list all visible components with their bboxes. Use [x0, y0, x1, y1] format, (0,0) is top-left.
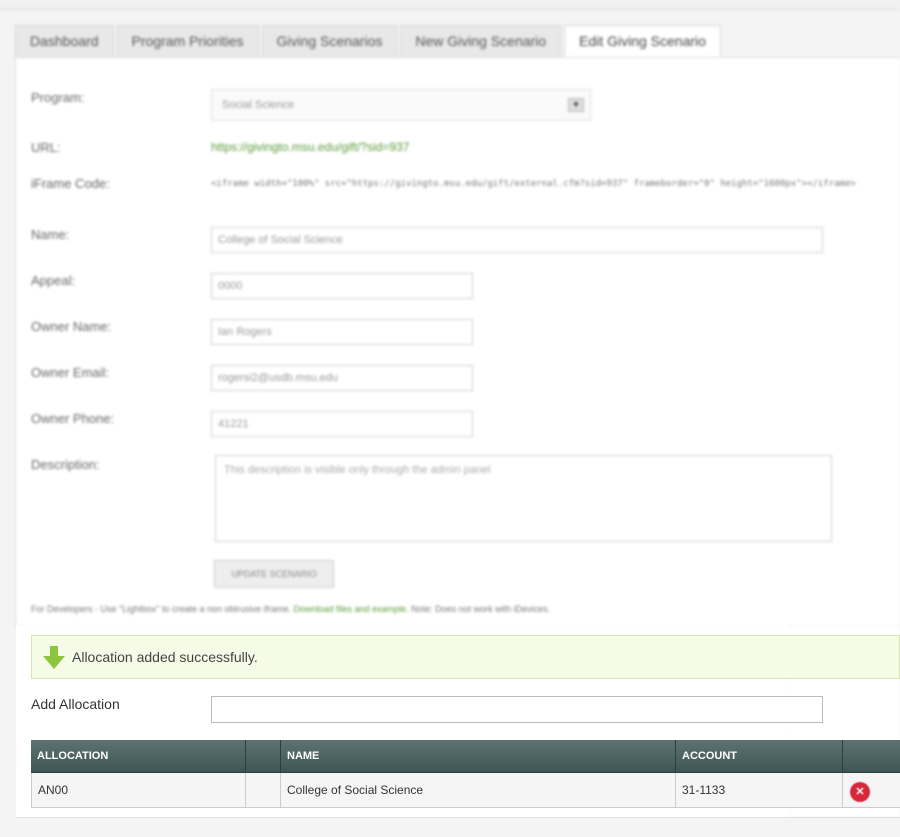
description-textarea[interactable]: This description is visible only through…: [215, 455, 832, 542]
column-header-name[interactable]: NAME: [281, 740, 676, 773]
tab-new-giving-scenario[interactable]: New Giving Scenario: [400, 25, 562, 58]
delete-icon[interactable]: ✕: [850, 782, 870, 802]
appeal-label: Appeal:: [31, 273, 76, 288]
cell-blank: [246, 773, 281, 808]
iframe-code-text: <iframe width="100%" src="https://giving…: [211, 179, 856, 189]
add-allocation-input[interactable]: [211, 696, 823, 723]
cell-allocation: AN00: [31, 773, 246, 808]
developer-note-text: For Developers - Use "Lightbox" to creat…: [31, 604, 292, 614]
update-scenario-button[interactable]: UPDATE SCENARIO: [214, 560, 334, 588]
description-label: Description:: [31, 457, 100, 472]
chevron-down-icon: ▼: [568, 98, 584, 112]
owner-phone-field[interactable]: 41221: [211, 411, 473, 437]
owner-email-field[interactable]: rogersi2@usdb.msu.edu: [211, 365, 473, 391]
table-row: AN00 College of Social Science 31-1133 ✕: [31, 773, 900, 808]
tab-bar: Dashboard Program Priorities Giving Scen…: [15, 25, 724, 58]
add-allocation-label: Add Allocation: [31, 696, 120, 712]
owner-name-field[interactable]: Ian Rogers: [211, 319, 473, 345]
cell-account: 31-1133: [676, 773, 843, 808]
appeal-field[interactable]: 0000: [211, 273, 473, 299]
program-select[interactable]: Social Science ▼: [211, 89, 591, 121]
arrow-down-icon: [43, 646, 65, 669]
column-header-account[interactable]: ACCOUNT: [676, 740, 843, 773]
url-label: URL:: [31, 140, 61, 155]
top-bar: [0, 0, 900, 10]
column-header-blank: [246, 740, 281, 773]
success-alert: Allocation added successfully.: [31, 635, 900, 679]
program-select-value: Social Science: [222, 99, 295, 111]
developer-note: For Developers - Use "Lightbox" to creat…: [31, 604, 550, 614]
url-link[interactable]: https://givingto.msu.edu/gift/?sid=937: [211, 140, 409, 154]
table-header: ALLOCATION NAME ACCOUNT: [31, 740, 900, 773]
allocation-table: ALLOCATION NAME ACCOUNT AN00 College of …: [31, 740, 900, 808]
tab-program-priorities[interactable]: Program Priorities: [116, 25, 259, 58]
column-header-allocation[interactable]: ALLOCATION: [31, 740, 246, 773]
name-field[interactable]: College of Social Science: [211, 227, 823, 253]
owner-email-label: Owner Email:: [31, 365, 110, 380]
iframe-code-label: iFrame Code:: [31, 176, 110, 191]
owner-name-label: Owner Name:: [31, 319, 112, 334]
tab-edit-giving-scenario[interactable]: Edit Giving Scenario: [564, 25, 721, 58]
tab-dashboard[interactable]: Dashboard: [15, 25, 114, 58]
tab-giving-scenarios[interactable]: Giving Scenarios: [261, 25, 398, 58]
cell-name: College of Social Science: [281, 773, 676, 808]
alert-message: Allocation added successfully.: [72, 649, 258, 665]
column-header-actions: [843, 740, 900, 773]
developer-note-suffix: Note: Does not work with iDevices.: [411, 604, 551, 614]
program-label: Program:: [31, 90, 85, 105]
name-label: Name:: [31, 227, 70, 242]
owner-phone-label: Owner Phone:: [31, 411, 115, 426]
download-files-link[interactable]: Download files and example.: [294, 604, 409, 614]
page-bottom: [16, 817, 900, 837]
background-form: Dashboard Program Priorities Giving Scen…: [0, 0, 900, 627]
